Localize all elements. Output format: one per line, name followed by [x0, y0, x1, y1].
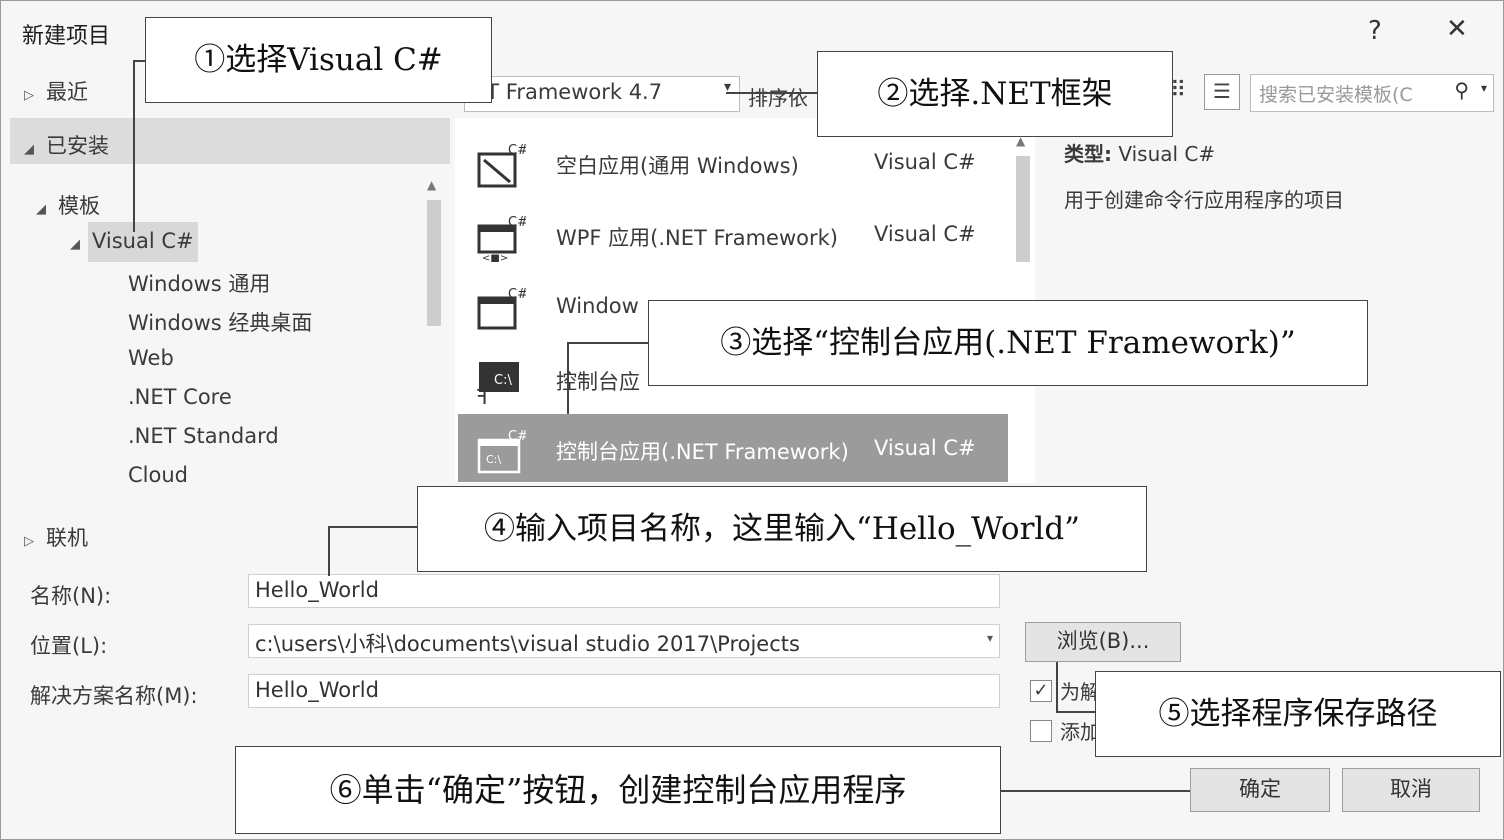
callout-5-leader: [1056, 711, 1096, 713]
callout-3: ③选择“控制台应用(.NET Framework)”: [648, 300, 1368, 386]
project-name-input[interactable]: Hello_World: [248, 574, 1000, 608]
tree-scrollbar-thumb[interactable]: [427, 200, 441, 326]
ok-button[interactable]: 确定: [1190, 768, 1330, 812]
svg-text:C:\: C:\: [486, 453, 501, 466]
template-item-blank-uwp[interactable]: C# 空白应用(通用 Windows) Visual C#: [458, 128, 1008, 196]
svg-text:<■>: <■>: [482, 253, 508, 262]
wpf-app-icon: <■> C#: [477, 215, 526, 262]
tree-label-visual-cs: Visual C#: [92, 229, 194, 253]
template-name: Window: [556, 294, 639, 318]
dialog-title: 新建项目: [22, 24, 111, 49]
add-source-control-label: 添加: [1060, 720, 1100, 744]
svg-text:C#: C#: [508, 143, 526, 158]
template-name: 空白应用(通用 Windows): [556, 154, 799, 178]
help-button[interactable]: ?: [1368, 16, 1382, 46]
location-input[interactable]: c:\users\小科\documents\visual studio 2017…: [248, 624, 1000, 658]
close-button[interactable]: ✕: [1446, 14, 1468, 44]
tree-label-installed: 已安装: [46, 134, 109, 158]
tree-item-visual-cs[interactable]: ◢ Visual C#: [70, 229, 194, 253]
console-app-icon: C:\ C#: [477, 429, 526, 474]
expand-right-icon: ▷: [24, 534, 34, 549]
callout-2-leader: [726, 92, 818, 94]
solution-name-label: 解决方案名称(M):: [30, 684, 198, 708]
template-item-wpf[interactable]: <■> C# WPF 应用(.NET Framework) Visual C#: [458, 200, 1008, 268]
tree-item-online[interactable]: ▷ 联机: [24, 522, 88, 552]
type-value: Visual C#: [1118, 142, 1216, 166]
expanded-icon: ◢: [70, 237, 80, 252]
tree-item-cloud[interactable]: Cloud: [128, 463, 188, 487]
template-description: 用于创建命令行应用程序的项目: [1064, 188, 1344, 212]
svg-text:C#: C#: [508, 429, 526, 444]
template-type: 类型: Visual C#: [1064, 138, 1215, 167]
tree-item-web[interactable]: Web: [128, 346, 174, 370]
tree-item-windows-universal[interactable]: Windows 通用: [128, 268, 270, 298]
template-item-console-framework[interactable]: C:\ C# 控制台应用(.NET Framework) Visual C#: [458, 414, 1008, 482]
template-language: Visual C#: [874, 436, 976, 460]
template-scrollbar-thumb[interactable]: [1016, 156, 1030, 262]
chevron-down-icon[interactable]: ▾: [987, 631, 993, 645]
console-core-icon: C:\ ꟻ: [476, 362, 519, 406]
create-solution-dir-label: 为解: [1060, 680, 1100, 704]
tree-item-templates[interactable]: ◢ 模板: [36, 190, 100, 220]
tree-label-online: 联机: [46, 526, 88, 550]
search-templates-input[interactable]: 搜索已安装模板(C ⚲ ▾: [1250, 74, 1494, 112]
callout-4: ④输入项目名称，这里输入“Hello_World”: [417, 486, 1147, 572]
callout-3-leader: [567, 342, 569, 414]
blank-app-icon: C#: [477, 143, 526, 188]
template-language: Visual C#: [874, 222, 976, 246]
add-source-control-checkbox[interactable]: [1030, 720, 1052, 742]
callout-1: ①选择Visual C#: [145, 17, 492, 103]
callout-1-leader: [133, 60, 135, 232]
svg-text:C#: C#: [508, 215, 526, 230]
expand-right-icon: ▷: [24, 88, 34, 103]
type-label: 类型:: [1064, 142, 1112, 166]
callout-3-leader: [567, 342, 649, 344]
callout-5-leader: [1056, 662, 1058, 712]
tree-label-templates: 模板: [58, 194, 100, 218]
create-solution-dir-checkbox[interactable]: ✓: [1030, 680, 1052, 702]
location-label: 位置(L):: [30, 634, 108, 658]
search-icon[interactable]: ⚲: [1454, 78, 1469, 102]
expanded-icon: ◢: [24, 142, 34, 157]
cancel-button[interactable]: 取消: [1342, 768, 1480, 812]
framework-select[interactable]: ET Framework 4.7 ▾: [464, 76, 740, 112]
framework-select-value: ET Framework 4.7: [473, 80, 663, 104]
list-view-icon[interactable]: ☰: [1204, 74, 1240, 110]
template-name: WPF 应用(.NET Framework): [556, 226, 838, 250]
solution-name-input[interactable]: Hello_World: [248, 674, 1000, 708]
search-placeholder: 搜索已安装模板(C: [1259, 84, 1413, 106]
sort-label: 排序依: [748, 86, 808, 110]
tree-item-windows-classic[interactable]: Windows 经典桌面: [128, 307, 312, 337]
template-name: 控制台应: [556, 370, 640, 394]
expanded-icon: ◢: [36, 202, 46, 217]
template-name: 控制台应用(.NET Framework): [556, 440, 849, 464]
location-value: c:\users\小科\documents\visual studio 2017…: [255, 632, 800, 656]
svg-text:C:\: C:\: [494, 373, 512, 388]
tree-item-installed[interactable]: ◢ 已安装: [24, 130, 109, 160]
tree-item-net-core[interactable]: .NET Core: [128, 385, 232, 409]
template-language: Visual C#: [874, 150, 976, 174]
name-label: 名称(N):: [30, 584, 112, 608]
svg-text:ꟻ: ꟻ: [476, 385, 488, 406]
tree-label-recent: 最近: [46, 80, 88, 104]
callout-5: ⑤选择程序保存路径: [1095, 671, 1501, 757]
windows-forms-icon: C#: [477, 287, 526, 330]
tree-item-net-standard[interactable]: .NET Standard: [128, 424, 279, 448]
callout-4-leader: [328, 526, 418, 528]
scroll-up-icon[interactable]: ▲: [427, 178, 436, 192]
callout-4-leader: [328, 526, 330, 576]
browse-button[interactable]: 浏览(B)...: [1025, 622, 1181, 662]
svg-text:C#: C#: [508, 287, 526, 302]
tree-item-recent[interactable]: ▷ 最近: [24, 76, 88, 106]
chevron-down-icon[interactable]: ▾: [1481, 81, 1487, 95]
callout-6-leader: [1000, 790, 1190, 792]
callout-6: ⑥单击“确定”按钮，创建控制台应用程序: [235, 746, 1001, 834]
callout-2: ②选择.NET框架: [817, 51, 1173, 137]
